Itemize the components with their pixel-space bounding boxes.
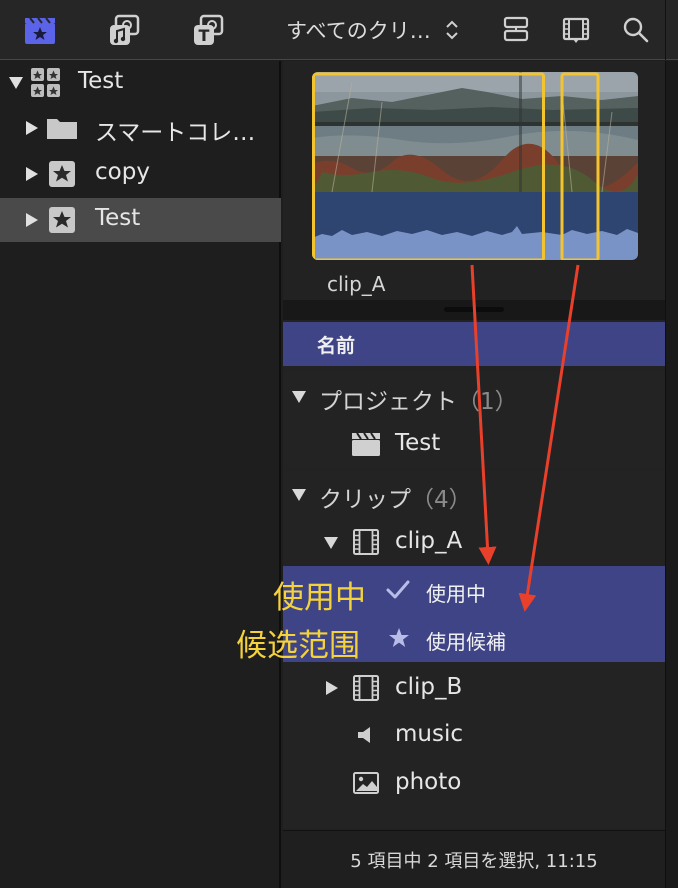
panel-edge — [665, 61, 678, 888]
list-item-project-test[interactable]: Test — [283, 420, 665, 468]
disclosure-closed-icon[interactable] — [25, 121, 39, 135]
film-icon — [353, 675, 379, 701]
clip-appearance-icon[interactable] — [498, 12, 534, 48]
clip-filter-popup[interactable]: すべてのクリ… — [286, 16, 459, 44]
titles-generators-icon[interactable]: T — [190, 12, 226, 48]
list-item-music[interactable]: music — [283, 711, 665, 759]
disclosure-closed-icon[interactable] — [25, 167, 39, 181]
disclosure-open-icon[interactable] — [324, 536, 338, 550]
svg-text:T: T — [199, 26, 210, 45]
sidebar-item-label: スマートコレ… — [95, 120, 256, 146]
filmstrip-view-icon[interactable] — [558, 12, 594, 48]
sidebar-item-label: copy — [95, 159, 150, 185]
clip-thumbnail[interactable] — [312, 72, 638, 260]
column-header-name[interactable]: 名前 — [283, 322, 665, 366]
annotation-candidate-label: 候选范围 — [236, 628, 360, 664]
list-item-clip-a[interactable]: clip_A — [283, 518, 665, 566]
clip-filter-label: すべてのクリ… — [286, 19, 431, 43]
film-icon — [353, 529, 379, 555]
libraries-sidebar: Test スマートコレ… copy Test — [0, 61, 281, 888]
libraries-icon[interactable] — [22, 12, 58, 48]
sidebar-item-label: Test — [95, 205, 141, 231]
disclosure-open-icon[interactable] — [292, 488, 306, 502]
group-header-clips[interactable]: クリップ（4） — [283, 470, 665, 518]
list-item-label: photo — [395, 769, 462, 795]
list-item-label: Test — [395, 430, 441, 456]
image-icon — [353, 771, 379, 795]
event-star-icon — [48, 206, 76, 234]
list-item-photo[interactable]: photo — [283, 759, 665, 807]
list-item-label: clip_A — [395, 528, 463, 554]
disclosure-open-icon[interactable] — [9, 76, 23, 90]
group-label: クリップ（4） — [319, 487, 472, 513]
range-label: 使用中 — [426, 582, 486, 606]
annotation-used-label: 使用中 — [273, 580, 366, 616]
range-label: 使用候補 — [426, 630, 506, 654]
disclosure-closed-icon[interactable] — [25, 213, 39, 227]
speaker-icon — [355, 724, 375, 746]
star-icon — [387, 626, 411, 650]
selection-status-text: 5 項目中 2 項目を選択, 11:15 — [350, 850, 598, 872]
library-label: Test — [78, 68, 124, 94]
folder-icon — [46, 115, 78, 141]
sidebar-library-test[interactable]: Test — [0, 61, 281, 105]
disclosure-closed-icon[interactable] — [325, 681, 339, 695]
list-item-label: music — [395, 721, 464, 747]
sidebar-item-smart-collections[interactable]: スマートコレ… — [0, 106, 281, 150]
toolbar-divider — [665, 0, 666, 60]
group-label: プロジェクト（1） — [319, 389, 518, 415]
checkmark-icon — [385, 578, 411, 602]
list-item-label: clip_B — [395, 674, 463, 700]
toolbar: T すべてのクリ… — [0, 0, 678, 60]
splitter-handle[interactable] — [444, 307, 504, 312]
disclosure-open-icon[interactable] — [292, 390, 306, 404]
photos-audio-icon[interactable] — [106, 12, 142, 48]
column-header-label: 名前 — [317, 334, 356, 357]
list-item-clip-b[interactable]: clip_B — [283, 664, 665, 712]
event-star-icon — [48, 160, 76, 188]
clapperboard-icon — [351, 430, 381, 458]
group-header-projects[interactable]: プロジェクト（1） — [283, 372, 665, 420]
clip-thumbnail-name: clip_A — [327, 272, 386, 296]
search-icon[interactable] — [618, 12, 654, 48]
sidebar-item-test[interactable]: Test — [0, 198, 281, 242]
selection-status-bar: 5 項目中 2 項目を選択, 11:15 — [283, 830, 665, 888]
library-icon — [30, 67, 62, 99]
sidebar-item-copy[interactable]: copy — [0, 152, 281, 196]
updown-chevron-icon — [445, 20, 458, 40]
